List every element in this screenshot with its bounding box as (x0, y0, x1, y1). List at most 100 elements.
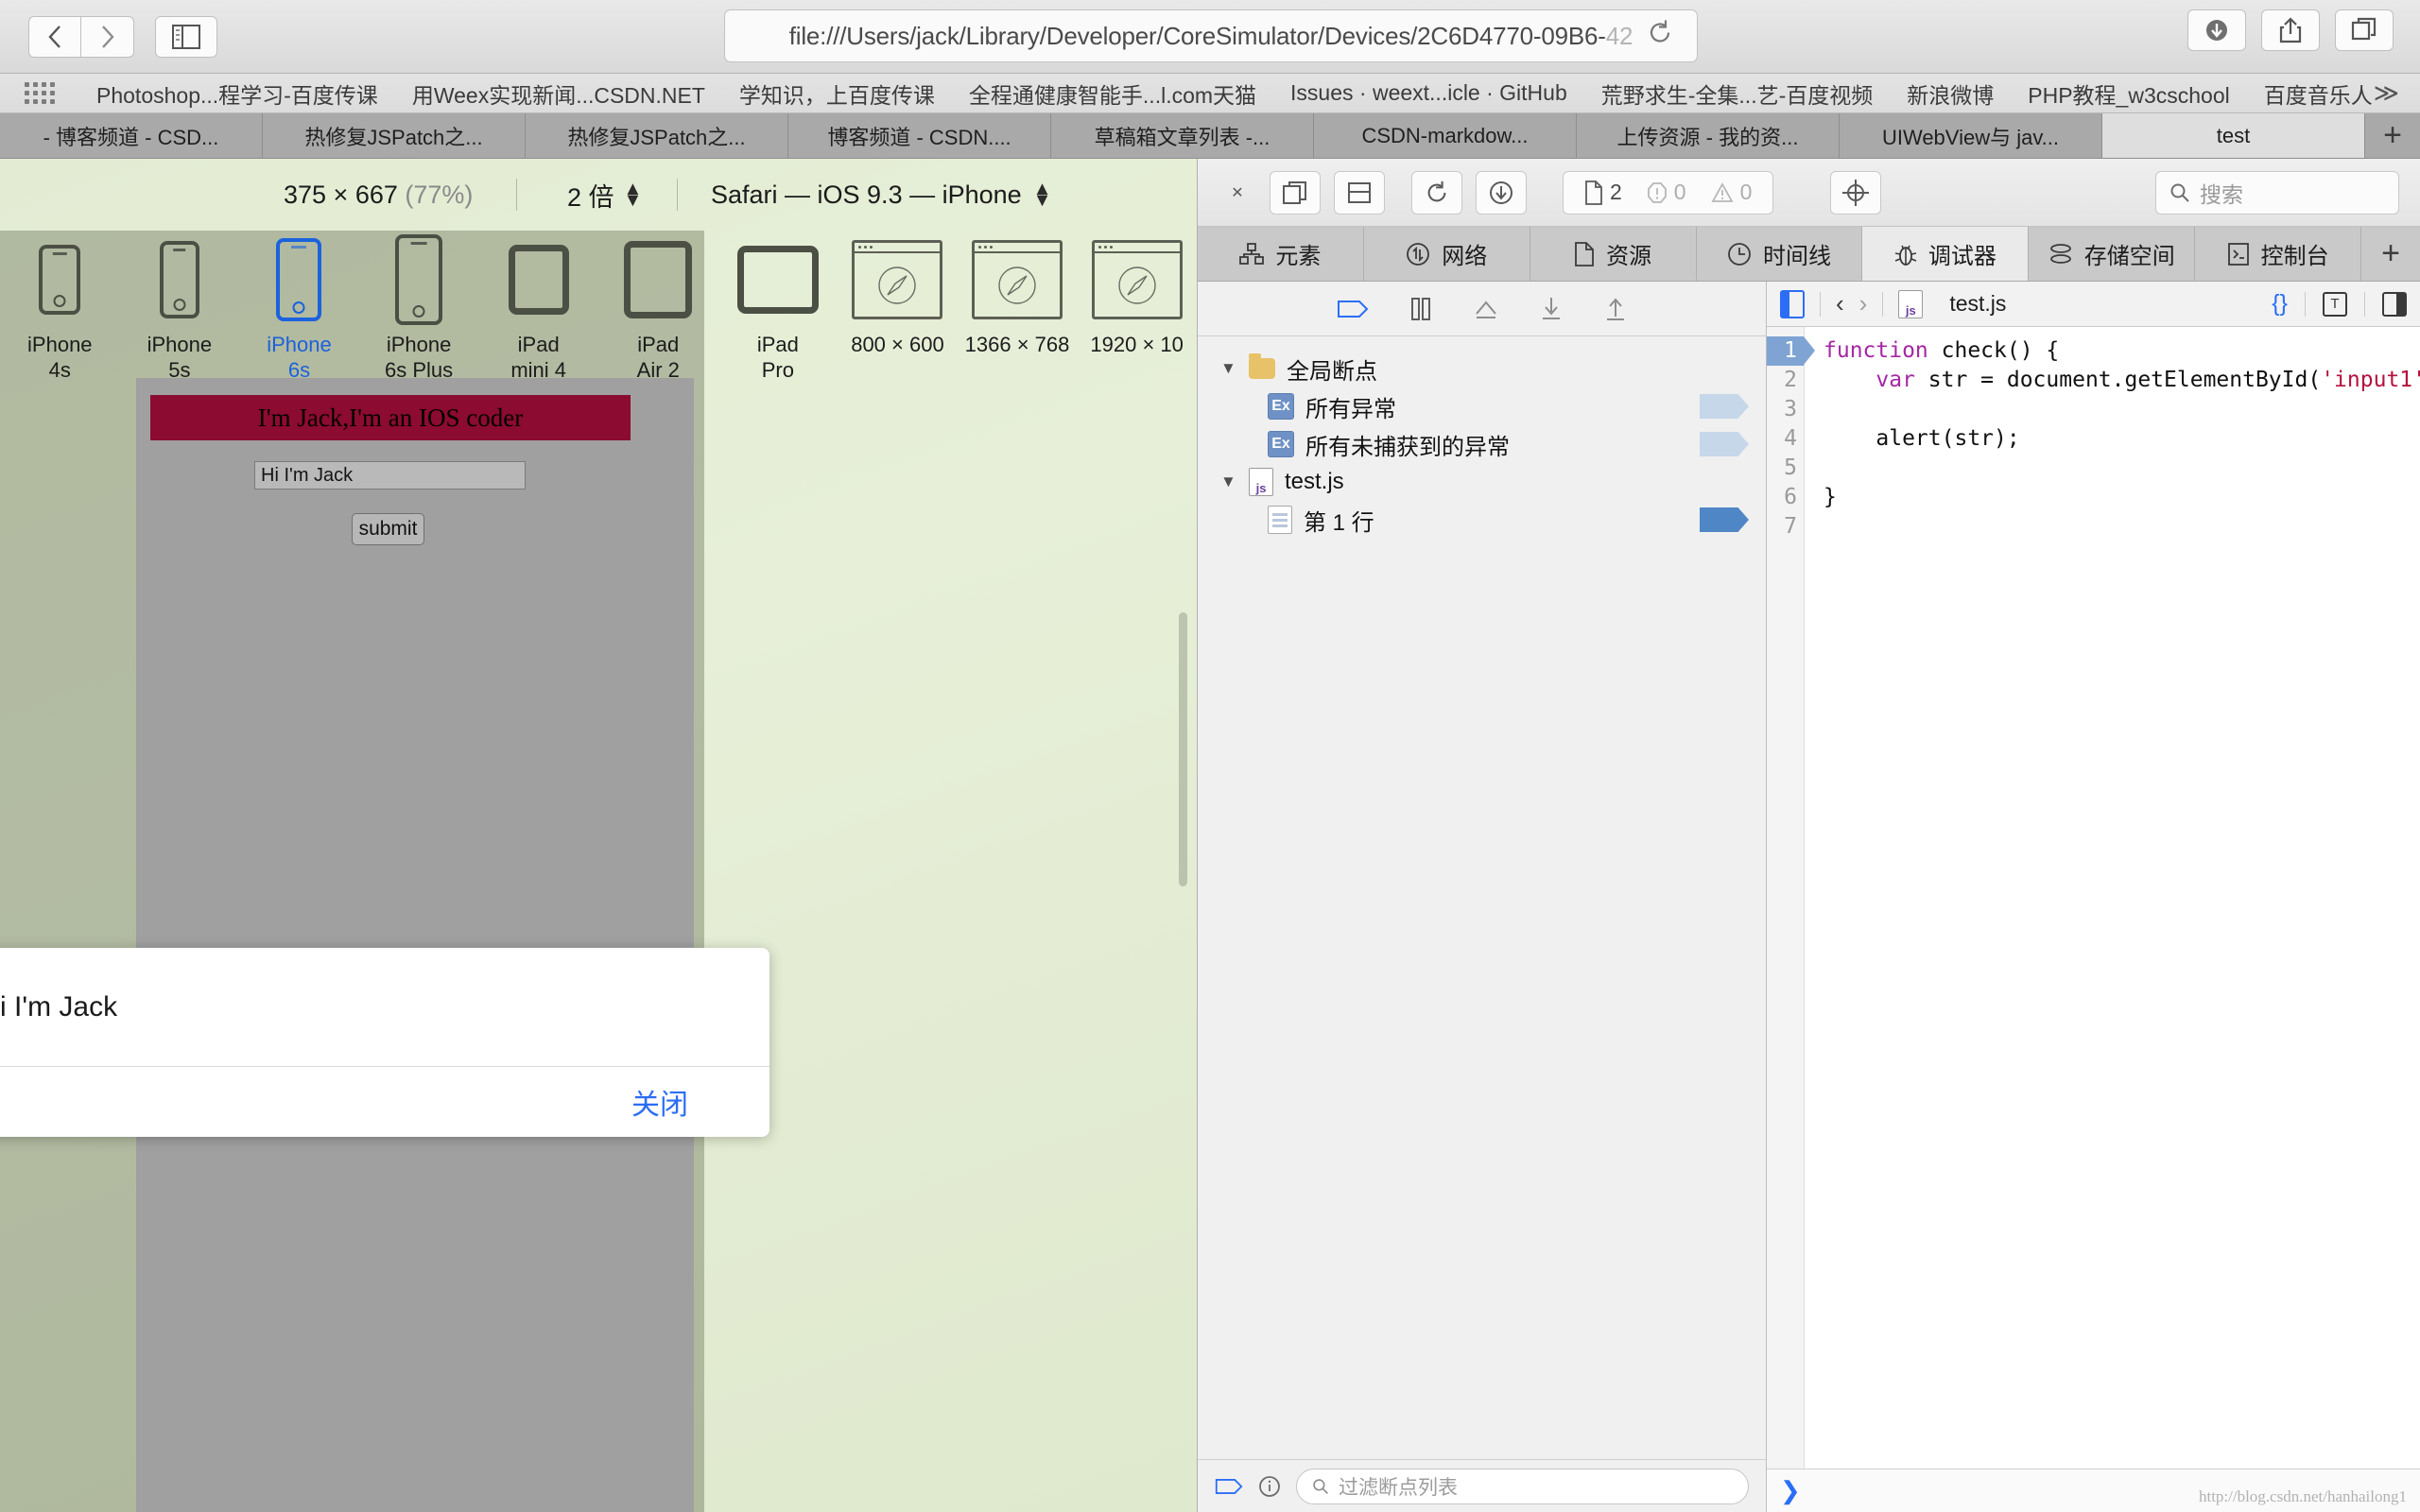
tree-row-all-exceptions[interactable]: Ex 所有异常 (1198, 387, 1766, 425)
text-input-field[interactable]: Hi I'm Jack (254, 461, 526, 490)
resources-counter[interactable]: 2 (1584, 180, 1622, 205)
downloads-button[interactable] (2187, 9, 2246, 51)
device-preset-ipad-air-2[interactable]: iPad Air 2 (598, 236, 718, 384)
pixel-scale-control[interactable]: 2 倍 ▲ ▼ (567, 177, 642, 214)
tree-row-global-breakpoints[interactable]: ▼ 全局断点 (1198, 350, 1766, 387)
bookmark-item[interactable]: PHP教程_w3cschool (2011, 77, 2246, 110)
new-tab-button[interactable]: + (2365, 113, 2420, 158)
tree-row-line-breakpoint[interactable]: 第 1 行 (1198, 501, 1766, 539)
device-preset-iphone-6s-plus[interactable]: iPhone 6s Plus (359, 234, 479, 384)
tree-row-uncaught-exceptions[interactable]: Ex 所有未捕获到的异常 (1198, 425, 1766, 463)
tab-console[interactable]: 控制台 (2195, 227, 2362, 281)
javascript-alert-dialog: i I'm Jack 关闭 (0, 948, 769, 1137)
code-editor[interactable]: 1 2 3 4 5 6 7 function check() { var str… (1767, 327, 2420, 1469)
line-number[interactable]: 5 (1767, 454, 1804, 483)
forward-button[interactable] (81, 15, 134, 58)
line-number[interactable]: 6 (1767, 483, 1804, 512)
inspector-close-button[interactable]: ✕ (1219, 171, 1256, 215)
tab-item[interactable]: UIWebView与 jav... (1840, 113, 2102, 158)
inspector-reload-button[interactable] (1411, 170, 1462, 215)
inspector-search-field[interactable]: 搜索 (2155, 170, 2399, 215)
tree-row-test-js[interactable]: ▼ js test.js (1198, 463, 1766, 501)
tab-resources[interactable]: 资源 (1530, 227, 1697, 281)
device-preset-800x600[interactable]: 800 × 600 (838, 236, 958, 358)
browser-window-icon (972, 236, 1063, 323)
breakpoint-flag-on[interactable] (1700, 507, 1749, 532)
header-divider (2364, 291, 2365, 317)
device-preset-1920x1080[interactable]: 1920 × 10 (1077, 236, 1197, 358)
show-types-icon[interactable]: T (2323, 291, 2347, 317)
bookmark-item[interactable]: 新浪微博 (1890, 77, 2011, 110)
bookmarks-overflow-button[interactable]: ≫ (2374, 78, 2399, 108)
tab-item[interactable]: CSDN-markdow... (1314, 113, 1577, 158)
bookmark-item[interactable]: 用Weex实现新闻...CSDN.NET (395, 77, 722, 110)
split-panel-icon[interactable] (2382, 291, 2407, 317)
pretty-print-button[interactable]: {} (2272, 290, 2288, 318)
tab-debugger[interactable]: 调试器 (1862, 227, 2030, 281)
tab-item-active[interactable]: test (2102, 113, 2365, 158)
disclosure-triangle-icon[interactable]: ▼ (1220, 472, 1241, 491)
page-scrollbar[interactable] (1179, 612, 1187, 886)
step-out-icon[interactable] (1603, 296, 1628, 322)
tab-overview-button[interactable] (2335, 9, 2394, 51)
user-agent-control[interactable]: Safari — iOS 9.3 — iPhone ▲ ▼ (711, 180, 1051, 210)
tab-item[interactable]: 博客频道 - CSDN.... (788, 113, 1051, 158)
tab-item[interactable]: 草稿箱文章列表 -... (1051, 113, 1314, 158)
show-sidebar-button[interactable] (155, 15, 217, 58)
breakpoint-filter-input[interactable]: 过滤断点列表 (1296, 1468, 1749, 1504)
line-number[interactable]: 7 (1767, 512, 1804, 541)
source-forward-button[interactable]: › (1859, 289, 1868, 318)
breakpoint-toggle-icon[interactable] (1337, 298, 1369, 320)
apps-grid-icon[interactable] (25, 82, 55, 104)
line-number-current[interactable]: 1 (1767, 336, 1815, 366)
safari-window: file:///Users/jack/Library/Developer/Cor… (0, 0, 2420, 1512)
breakpoint-flag-off[interactable] (1700, 432, 1749, 456)
download-web-archive-button[interactable] (1476, 170, 1527, 215)
device-preset-ipad-mini-4[interactable]: iPad mini 4 (478, 236, 598, 384)
device-preset-ipad-pro[interactable]: iPad Pro (718, 236, 838, 384)
address-bar[interactable]: file:///Users/jack/Library/Developer/Cor… (724, 9, 1698, 62)
device-preset-iphone-4s[interactable]: iPhone 4s (0, 236, 120, 384)
add-inspector-tab-button[interactable]: + (2361, 227, 2420, 281)
submit-button[interactable]: submit (352, 513, 424, 545)
tab-item[interactable]: 热修复JSPatch之... (263, 113, 526, 158)
errors-counter[interactable]: 0 (1647, 180, 1686, 205)
back-button[interactable] (28, 15, 81, 58)
code-lines[interactable]: function check() { var str = document.ge… (1805, 327, 2420, 1469)
device-preset-1366x768[interactable]: 1366 × 768 (958, 236, 1078, 358)
inspect-element-button[interactable] (1830, 170, 1882, 215)
share-button[interactable] (2261, 9, 2320, 51)
warnings-counter[interactable]: 0 (1711, 180, 1752, 205)
step-over-icon[interactable] (1473, 297, 1499, 321)
breakpoint-toggle-icon[interactable] (1215, 1476, 1243, 1497)
bookmark-item[interactable]: Photoshop...程学习-百度传课 (79, 77, 395, 110)
bookmark-item[interactable]: Issues · weext...icle · GitHub (1273, 80, 1584, 106)
alert-close-button[interactable]: 关闭 (631, 1081, 688, 1123)
tab-timeline[interactable]: 时间线 (1697, 227, 1863, 281)
bookmark-item[interactable]: 全程通健康智能手...l.com天猫 (952, 77, 1273, 110)
breakpoint-flag-off[interactable] (1700, 394, 1749, 419)
panel-toggle-icon[interactable] (1780, 289, 1805, 318)
device-preset-iphone-6s[interactable]: iPhone 6s (239, 236, 359, 384)
tab-network[interactable]: 网络 (1364, 227, 1530, 281)
tab-item[interactable]: - 博客频道 - CSD... (0, 113, 263, 158)
bookmark-item[interactable]: 百度音乐人 (2247, 77, 2390, 110)
reload-button[interactable] (1646, 19, 1674, 54)
tab-elements[interactable]: 元素 (1198, 227, 1364, 281)
tab-storage[interactable]: 存储空间 (2029, 227, 2196, 281)
pause-icon[interactable] (1409, 297, 1433, 321)
line-number[interactable]: 4 (1767, 424, 1804, 454)
info-icon[interactable] (1258, 1475, 1281, 1498)
source-back-button[interactable]: ‹ (1836, 289, 1844, 318)
step-into-icon[interactable] (1539, 296, 1564, 322)
tab-item[interactable]: 上传资源 - 我的资... (1577, 113, 1840, 158)
tab-item[interactable]: 热修复JSPatch之... (526, 113, 788, 158)
dock-right-button[interactable] (1270, 170, 1321, 215)
dock-bottom-button[interactable] (1334, 170, 1385, 215)
line-number[interactable]: 3 (1767, 395, 1804, 424)
bookmark-item[interactable]: 荒野求生-全集...艺-百度视频 (1584, 77, 1891, 110)
line-number[interactable]: 2 (1767, 366, 1804, 395)
device-preset-iphone-5s[interactable]: iPhone 5s (120, 236, 240, 384)
bookmark-item[interactable]: 学知识，上百度传课 (722, 77, 952, 110)
disclosure-triangle-icon[interactable]: ▼ (1220, 359, 1241, 378)
